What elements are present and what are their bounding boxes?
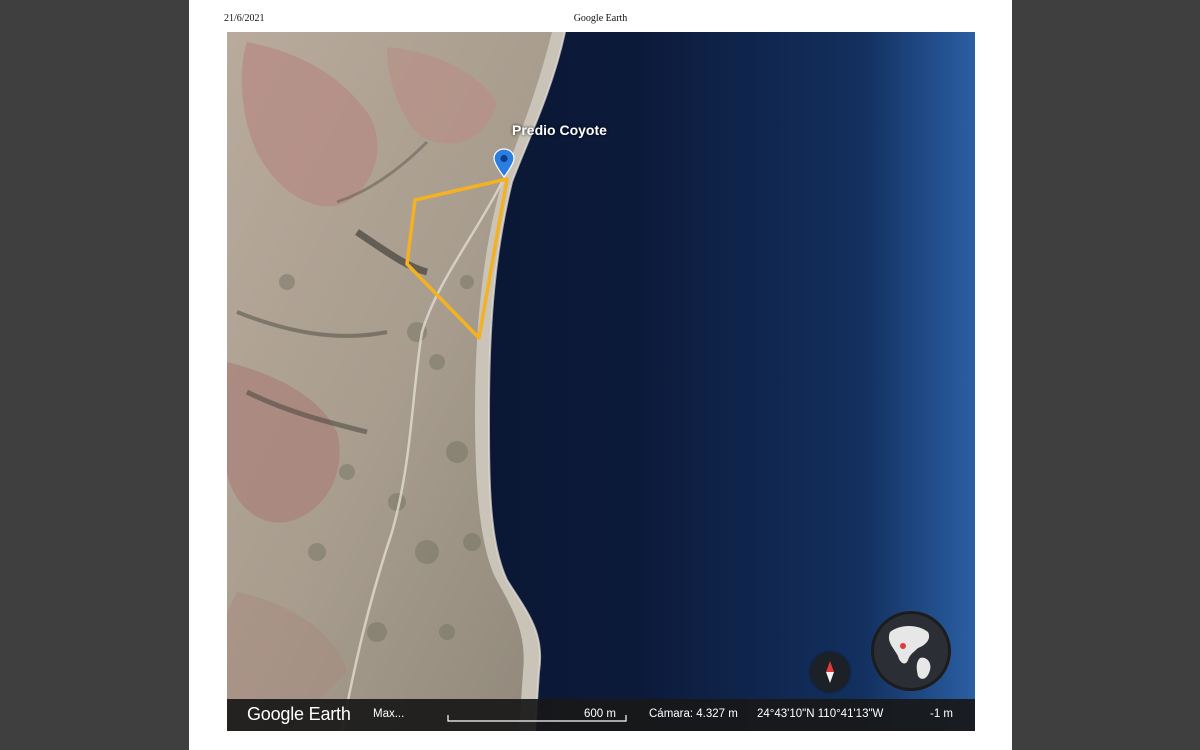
elevation-readout: -1 m <box>930 708 953 720</box>
google-earth-logo: Google Earth <box>247 704 351 724</box>
scale-label: 600 m <box>584 708 616 720</box>
map-view[interactable]: Predio Coyote Google Earth Max... 600 m … <box>227 32 975 731</box>
compass-icon[interactable] <box>810 652 850 692</box>
print-title: Google Earth <box>573 13 628 24</box>
coordinates-readout: 24°43'10"N 110°41'13"W <box>757 708 884 720</box>
print-header: 21/6/2021 Google Earth <box>189 13 1012 29</box>
place-label[interactable]: Predio Coyote <box>512 122 607 138</box>
camera-altitude: Cámara: 4.327 m <box>649 708 738 720</box>
status-bar: Google Earth Max... 600 m Cámara: 4.327 … <box>227 699 975 731</box>
globe-minimap-icon[interactable] <box>870 610 952 692</box>
print-page: 21/6/2021 Google Earth Predio Coyote Goo… <box>189 0 1012 750</box>
location-pin-icon[interactable] <box>493 148 515 178</box>
layer-name[interactable]: Max... <box>373 708 404 720</box>
